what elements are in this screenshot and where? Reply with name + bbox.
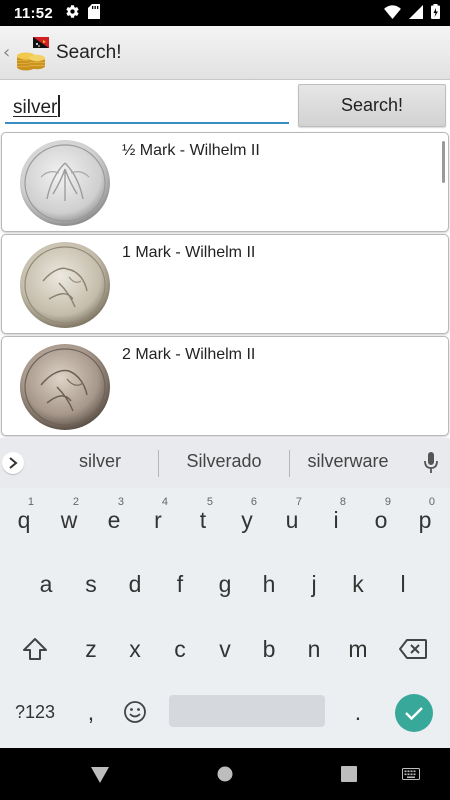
coin-image (19, 139, 111, 227)
result-title: 1 Mark - Wilhelm II (122, 244, 256, 261)
enter-check-icon[interactable] (395, 694, 433, 732)
suggestion-bar: silver Silverado silverware (0, 438, 450, 488)
home-icon[interactable] (217, 766, 233, 786)
list-item[interactable]: 1 Mark - Wilhelm II (1, 234, 449, 334)
battery-icon (431, 3, 440, 23)
microphone-icon[interactable] (424, 452, 438, 478)
sd-card-icon (88, 3, 101, 23)
key-m[interactable]: m (338, 623, 378, 675)
comma-key[interactable]: , (71, 686, 111, 738)
shift-key-icon[interactable] (15, 623, 55, 675)
signal-icon (409, 4, 423, 23)
app-logo-icon[interactable] (13, 34, 51, 72)
result-title: 2 Mark - Wilhelm II (122, 346, 256, 363)
scrollbar[interactable] (442, 141, 445, 183)
soft-keyboard: silver Silverado silverware q1 w2 e3 r4 … (0, 438, 450, 748)
suggestion-1[interactable]: silver (58, 451, 142, 472)
symbols-key[interactable]: ?123 (10, 686, 60, 738)
key-c[interactable]: c (160, 623, 200, 675)
navigation-bar (0, 748, 450, 800)
recents-icon[interactable] (341, 766, 357, 786)
coin-image (19, 343, 111, 431)
key-f[interactable]: f (160, 558, 200, 610)
coin-image (19, 241, 111, 329)
key-i[interactable]: i8 (316, 494, 356, 546)
back-icon[interactable] (90, 766, 110, 788)
key-q[interactable]: q1 (4, 494, 44, 546)
key-o[interactable]: o9 (361, 494, 401, 546)
list-item[interactable]: ½ Mark - Wilhelm II (1, 132, 449, 232)
results-list: ½ Mark - Wilhelm II 1 Mark - Wilhelm II (0, 130, 450, 438)
key-h[interactable]: h (249, 558, 289, 610)
suggestion-3[interactable]: silverware (296, 451, 400, 472)
wifi-icon (384, 4, 401, 23)
expand-suggestions-icon[interactable] (2, 452, 24, 474)
key-d[interactable]: d (115, 558, 155, 610)
suggestion-divider (289, 450, 290, 477)
key-b[interactable]: b (249, 623, 289, 675)
page-title: Search! (56, 41, 122, 63)
back-caret-icon[interactable]: ‹ (3, 42, 13, 63)
key-v[interactable]: v (205, 623, 245, 675)
search-button[interactable]: Search! (298, 84, 446, 127)
key-u[interactable]: u7 (272, 494, 312, 546)
key-p[interactable]: p0 (405, 494, 445, 546)
suggestion-divider (158, 450, 159, 477)
key-z[interactable]: z (71, 623, 111, 675)
result-title: ½ Mark - Wilhelm II (122, 142, 260, 159)
key-k[interactable]: k (338, 558, 378, 610)
key-a[interactable]: a (26, 558, 66, 610)
search-query-text: silver (13, 95, 60, 119)
key-j[interactable]: j (294, 558, 334, 610)
settings-icon (65, 4, 80, 23)
key-n[interactable]: n (294, 623, 334, 675)
key-s[interactable]: s (71, 558, 111, 610)
status-time: 11:52 (14, 4, 54, 22)
backspace-key-icon[interactable] (393, 623, 433, 675)
suggestion-2[interactable]: Silverado (170, 451, 278, 472)
key-e[interactable]: e3 (94, 494, 134, 546)
key-t[interactable]: t5 (183, 494, 223, 546)
key-r[interactable]: r4 (138, 494, 178, 546)
key-w[interactable]: w2 (49, 494, 89, 546)
list-item[interactable]: 2 Mark - Wilhelm II (1, 336, 449, 436)
key-y[interactable]: y6 (227, 494, 267, 546)
text-cursor (58, 95, 60, 117)
key-x[interactable]: x (115, 623, 155, 675)
period-key[interactable]: . (338, 686, 378, 738)
space-key[interactable] (169, 695, 325, 727)
status-bar: 11:52 (0, 0, 450, 26)
emoji-key-icon[interactable] (115, 686, 155, 738)
action-bar: ‹ Search! (0, 26, 450, 80)
keyboard-switch-icon[interactable] (402, 767, 420, 786)
key-g[interactable]: g (205, 558, 245, 610)
key-l[interactable]: l (383, 558, 423, 610)
